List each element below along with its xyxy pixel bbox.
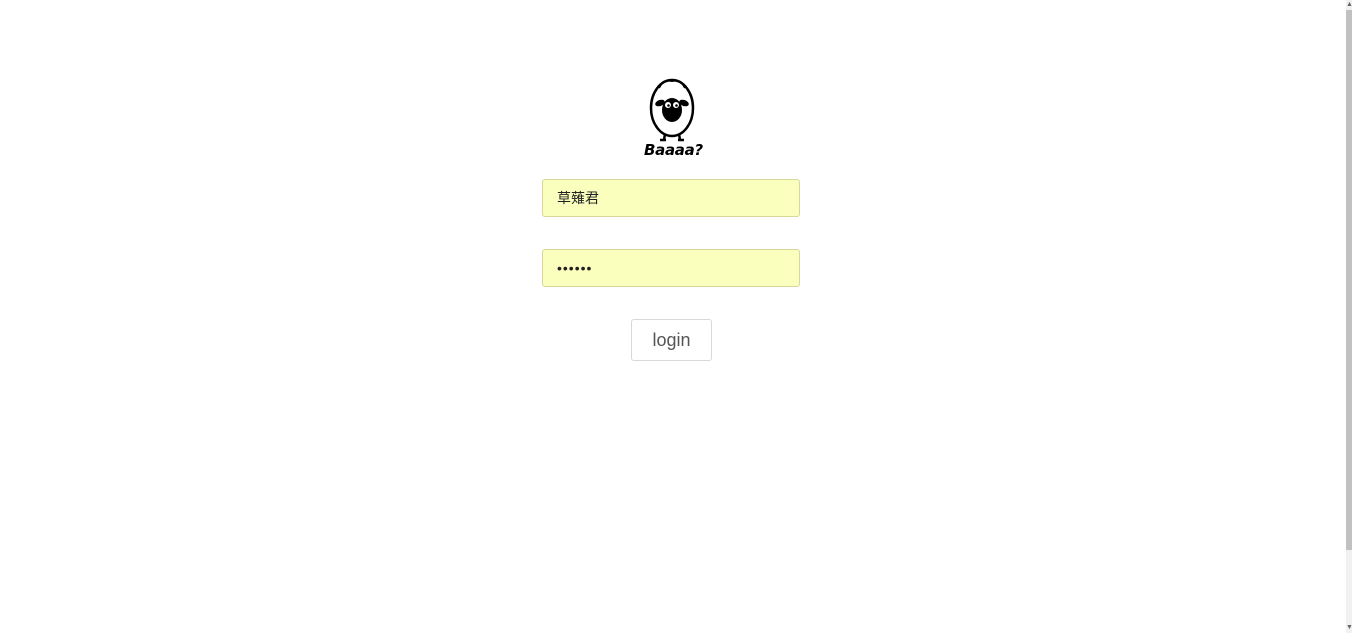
vertical-scrollbar[interactable]: ▲ ▼ (1346, 0, 1352, 633)
logo-text: Baaaa? (644, 141, 703, 159)
login-button[interactable]: login (631, 319, 712, 361)
scroll-down-icon[interactable]: ▼ (1346, 623, 1352, 633)
login-page: Baaaa? login ▲ ▼ (0, 0, 1352, 633)
username-field[interactable] (542, 179, 800, 217)
password-field[interactable] (542, 249, 800, 287)
scroll-up-icon[interactable]: ▲ (1346, 0, 1352, 10)
scrollbar-thumb[interactable] (1346, 10, 1352, 550)
